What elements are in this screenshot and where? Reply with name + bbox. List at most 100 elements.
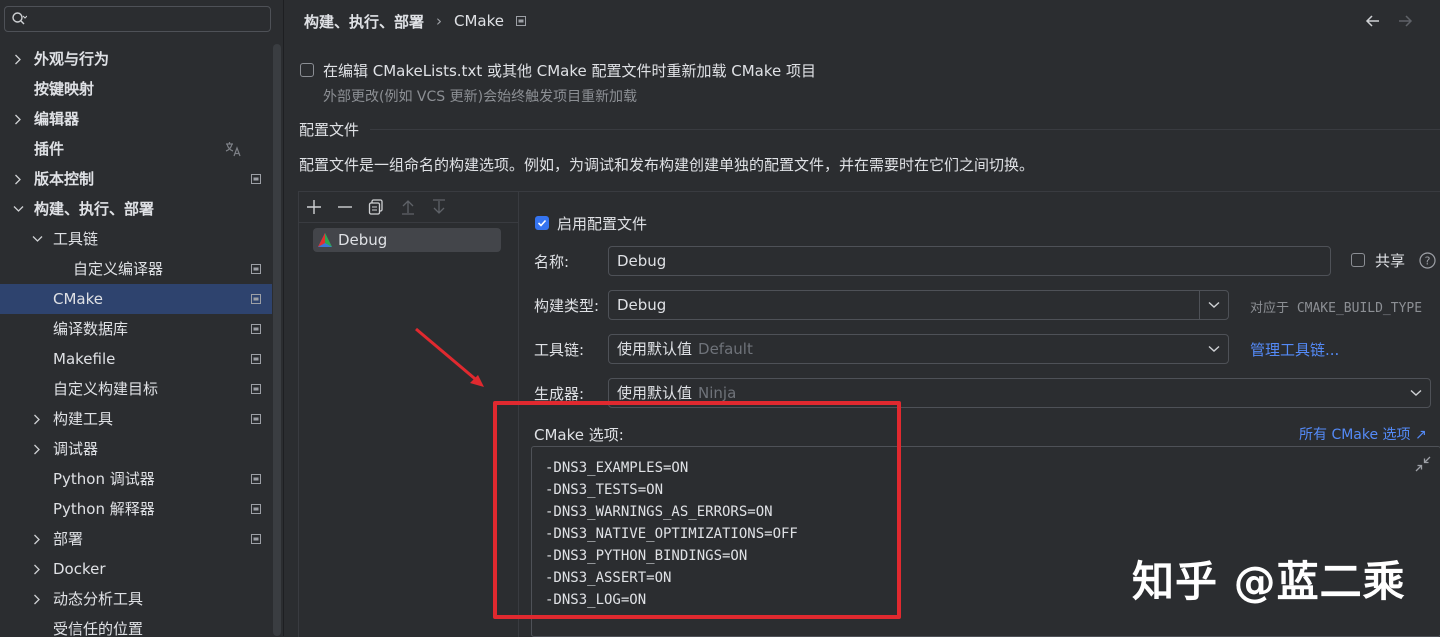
sidebar-item-label: 动态分析工具: [53, 590, 144, 608]
sidebar-item-label: 版本控制: [34, 170, 95, 188]
copy-icon[interactable]: [367, 198, 385, 216]
project-level-icon: [251, 354, 261, 364]
project-level-icon: [251, 474, 261, 484]
sidebar-item[interactable]: 构建、执行、部署: [0, 194, 272, 224]
project-level-icon: [251, 324, 261, 334]
profile-name: Debug: [338, 231, 388, 249]
name-field[interactable]: Debug: [608, 246, 1331, 276]
sidebar-item[interactable]: Makefile: [0, 344, 272, 374]
build-type-combobox[interactable]: Debug: [608, 290, 1229, 320]
sidebar-item[interactable]: Python 解释器: [0, 494, 272, 524]
enable-profile-checkbox[interactable]: [535, 216, 549, 230]
search-input[interactable]: [33, 9, 267, 31]
chevron-down-icon[interactable]: [31, 224, 43, 254]
toolchain-dropdown[interactable]: [1200, 335, 1228, 363]
sidebar-item-label: 编译数据库: [53, 320, 129, 338]
move-down-icon[interactable]: [430, 198, 448, 216]
chevron-right-icon[interactable]: [31, 524, 43, 554]
chevron-right-icon[interactable]: [12, 164, 24, 194]
sidebar-item[interactable]: 构建工具: [0, 404, 272, 434]
profile-list-item[interactable]: Debug: [313, 228, 501, 252]
sidebar-item[interactable]: CMake: [0, 284, 272, 314]
settings-tree: 外观与行为按键映射编辑器插件版本控制构建、执行、部署工具链 自定义编译器 CMake…: [0, 44, 272, 636]
annotation-arrow: [415, 327, 484, 387]
sidebar-item-label: Makefile: [53, 350, 116, 368]
sidebar-item[interactable]: 工具链: [0, 224, 272, 254]
build-type-dropdown[interactable]: [1199, 291, 1228, 319]
svg-text:?: ?: [1425, 255, 1431, 268]
sidebar-item[interactable]: 版本控制: [0, 164, 272, 194]
name-value: Debug: [617, 252, 667, 270]
profiles-description: 配置文件是一组命名的构建选项。例如，为调试和发布构建创建单独的配置文件，并在需要…: [299, 156, 1035, 174]
toolchain-label: 工具链:: [534, 341, 585, 359]
name-label: 名称:: [534, 253, 570, 271]
breadcrumb-parent[interactable]: 构建、执行、部署: [304, 11, 424, 32]
chevron-right-icon[interactable]: [31, 434, 43, 464]
generator-dropdown[interactable]: [1402, 379, 1430, 407]
collapse-editor-icon[interactable]: [1414, 455, 1432, 473]
chevron-right-icon[interactable]: [31, 554, 43, 584]
profiles-toolbar: [299, 192, 518, 223]
toolchain-combobox[interactable]: 使用默认值 Default: [608, 334, 1229, 364]
reload-hint: 外部更改(例如 VCS 更新)会始终触发项目重新加载: [323, 89, 638, 105]
chevron-right-icon[interactable]: [12, 44, 24, 74]
sidebar-item[interactable]: 动态分析工具: [0, 584, 272, 614]
sidebar-scrollbar[interactable]: [273, 44, 281, 636]
translate-icon: [225, 142, 241, 157]
sidebar-item[interactable]: 编译数据库: [0, 314, 272, 344]
sidebar-item-label: Docker: [53, 560, 106, 578]
sidebar-item[interactable]: 受信任的位置: [0, 614, 272, 636]
project-level-icon: [251, 534, 261, 544]
sidebar-item[interactable]: 编辑器: [0, 104, 272, 134]
manage-toolchains-link[interactable]: 管理工具链...: [1250, 339, 1339, 360]
sidebar-item-label: 编辑器: [34, 110, 80, 128]
sidebar-item[interactable]: 调试器: [0, 434, 272, 464]
sidebar-item[interactable]: 自定义编译器: [0, 254, 272, 284]
sidebar-item-label: 按键映射: [34, 80, 95, 98]
sidebar-item-label: 构建、执行、部署: [34, 200, 155, 218]
sidebar-item-label: CMake: [53, 290, 103, 308]
project-level-icon: [251, 384, 261, 394]
annotation-highlight-box: [493, 401, 901, 619]
build-type-label: 构建类型:: [534, 297, 600, 315]
project-level-icon: [251, 174, 261, 184]
share-checkbox[interactable]: [1351, 253, 1365, 267]
chevron-right-icon[interactable]: [31, 404, 43, 434]
sidebar-item[interactable]: 插件: [0, 134, 272, 164]
help-icon[interactable]: ?: [1419, 252, 1436, 269]
project-level-icon: [251, 294, 261, 304]
reload-checkbox[interactable]: [300, 63, 314, 77]
breadcrumb-separator: ›: [436, 12, 443, 30]
build-type-hint: 对应于 CMAKE_BUILD_TYPE: [1250, 301, 1423, 316]
chevron-right-icon[interactable]: [31, 584, 43, 614]
sidebar-item-label: Python 调试器: [53, 470, 155, 488]
sidebar-item-label: 受信任的位置: [53, 620, 144, 636]
add-icon[interactable]: [305, 198, 323, 216]
sidebar-item-label: 外观与行为: [34, 50, 110, 68]
profiles-section-title: 配置文件: [299, 121, 360, 139]
all-cmake-options-link[interactable]: 所有 CMake 选项 ↗: [1299, 424, 1427, 444]
sidebar-item-label: Python 解释器: [53, 500, 155, 518]
sidebar-item[interactable]: Python 调试器: [0, 464, 272, 494]
back-arrow-icon[interactable]: [1364, 12, 1382, 30]
toolchain-default-hint: Default: [698, 340, 753, 358]
sidebar-item-label: 自定义构建目标: [53, 380, 159, 398]
sidebar-item-label: 插件: [34, 140, 65, 158]
breadcrumb-current: CMake: [454, 12, 505, 30]
toolchain-value: 使用默认值: [617, 340, 693, 358]
breadcrumb: 构建、执行、部署 › CMake: [304, 10, 527, 32]
forward-arrow-icon[interactable]: [1396, 12, 1414, 30]
sidebar-item[interactable]: 自定义构建目标: [0, 374, 272, 404]
chevron-down-icon[interactable]: [12, 194, 24, 224]
sidebar-item[interactable]: 部署: [0, 524, 272, 554]
move-up-icon[interactable]: [399, 198, 417, 216]
enable-profile-label: 启用配置文件: [557, 215, 648, 233]
sidebar-item[interactable]: Docker: [0, 554, 272, 584]
settings-search-field[interactable]: [4, 6, 271, 32]
remove-icon[interactable]: [336, 198, 354, 216]
chevron-right-icon[interactable]: [12, 104, 24, 134]
settings-sidebar: 外观与行为按键映射编辑器插件版本控制构建、执行、部署工具链 自定义编译器 CMake…: [0, 0, 284, 636]
sidebar-item[interactable]: 按键映射: [0, 74, 272, 104]
share-label: 共享: [1375, 252, 1406, 270]
sidebar-item[interactable]: 外观与行为: [0, 44, 272, 74]
